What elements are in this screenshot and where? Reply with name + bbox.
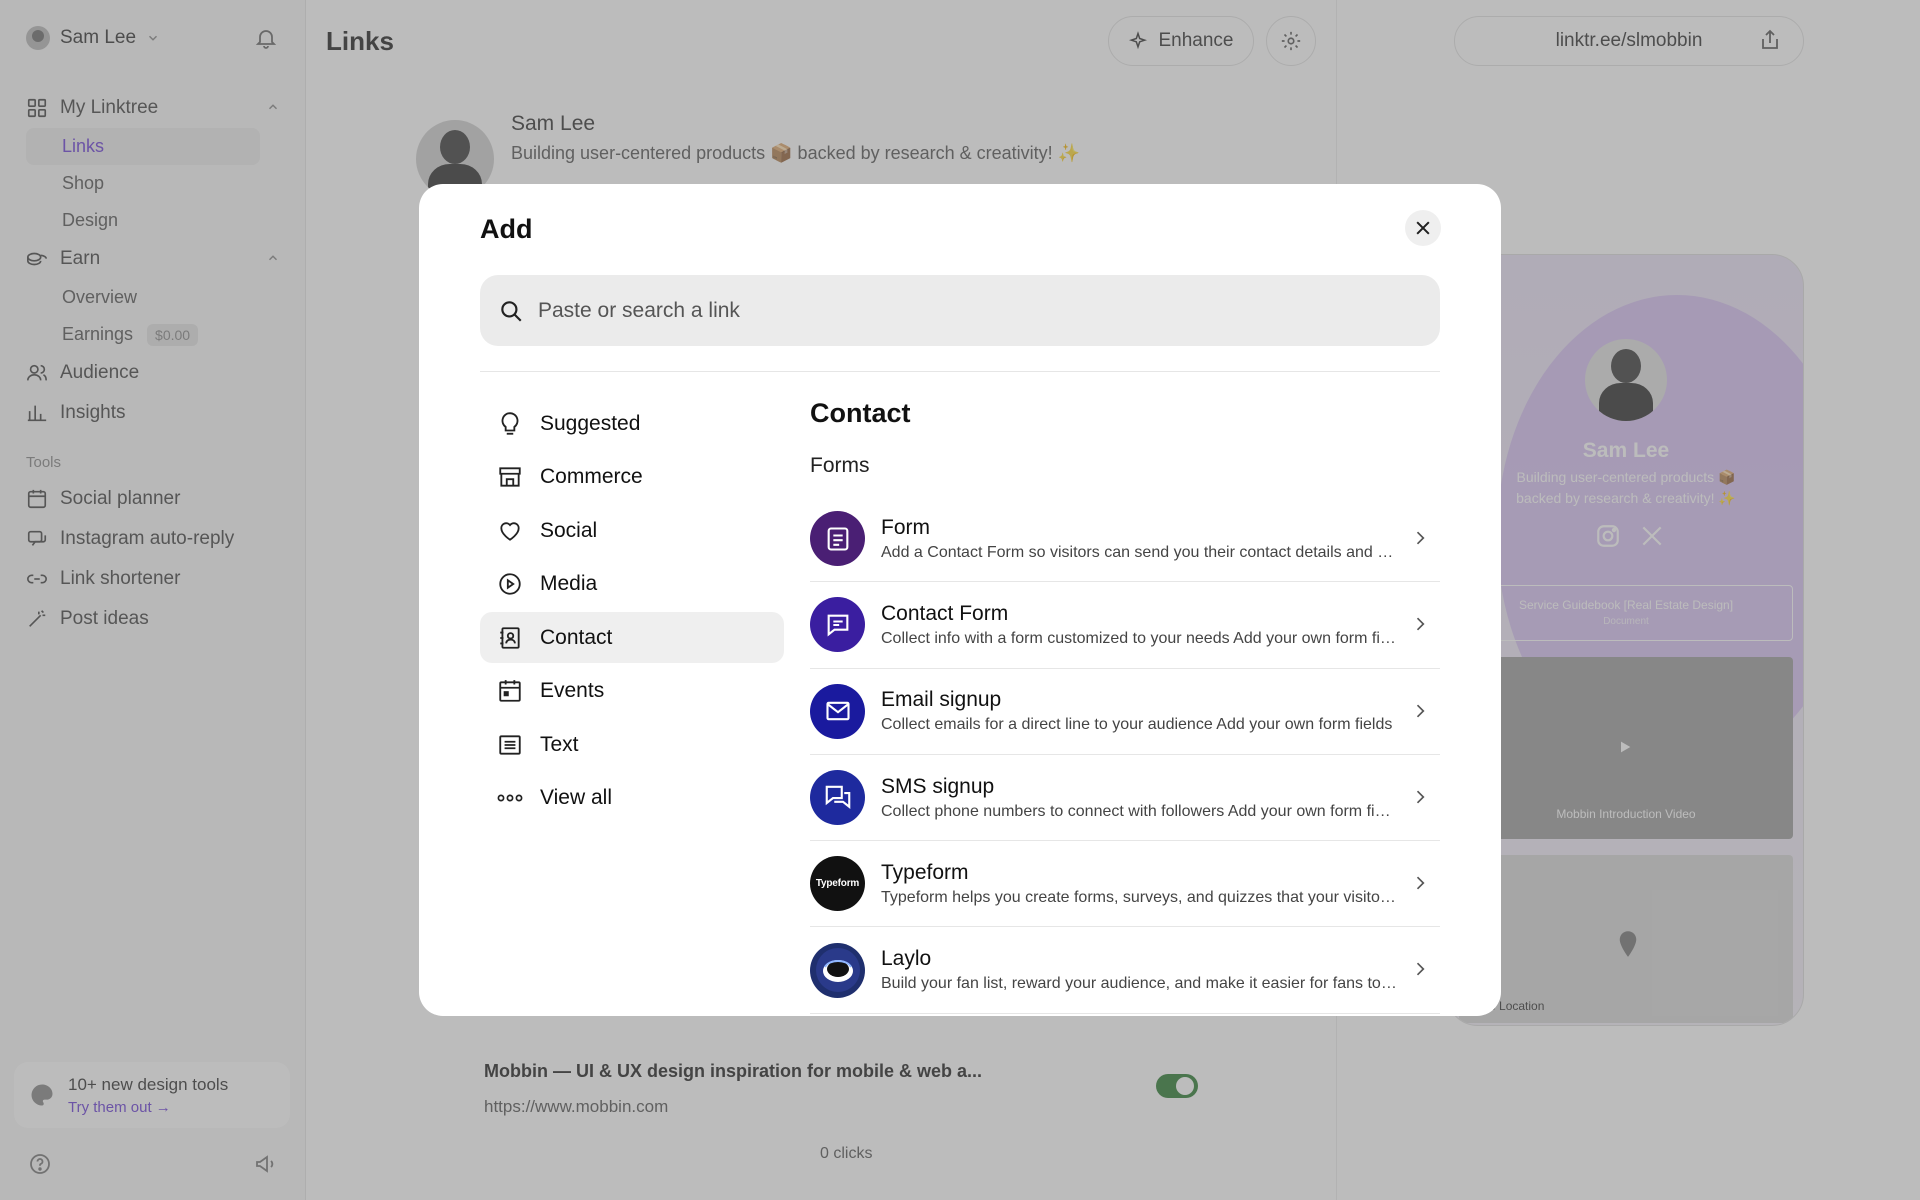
category-label: Commerce [540,465,643,488]
category-label: Media [540,572,598,595]
category-label: Social [540,518,598,542]
integration-item-contact-form[interactable]: Contact Form Collect info with a form cu… [810,582,1440,669]
lightbulb-icon [501,411,519,435]
chevron-right-icon [1416,704,1425,718]
category-contact[interactable]: Contact [480,612,784,663]
heart-icon [500,521,520,541]
integration-item-sms-signup[interactable]: SMS signup Collect phone numbers to conn… [810,755,1440,842]
search-bar[interactable] [480,275,1440,346]
text-lines-icon [499,734,521,755]
section-title: Contact [810,398,911,428]
chevron-right-icon [1416,531,1425,545]
chevron-right-icon [1416,790,1425,804]
sms-signup-logo [810,770,865,826]
integration-title: Laylo [881,947,932,971]
more-dots-icon [497,794,523,802]
chevron-right-icon [1416,876,1425,890]
add-modal: Add Suggested Commerce Social Media Cont… [419,184,1501,1016]
integration-title: SMS signup [881,774,995,798]
contact-form-logo [810,597,865,653]
typeform-logo: Typeform [810,856,865,912]
chevron-right-icon [1416,617,1425,631]
category-text[interactable]: Text [480,719,784,770]
category-events[interactable]: Events [480,666,784,717]
integration-description: Typeform helps you create forms, surveys… [881,888,1397,906]
integration-title: Form [881,515,930,539]
integration-description: Add a Contact Form so visitors can send … [881,543,1397,561]
category-list: Suggested Commerce Social Media Contact … [480,398,784,826]
laylo-logo [810,942,865,998]
integration-title: Email signup [881,688,1002,712]
category-suggested[interactable]: Suggested [480,398,784,449]
chevron-right-icon [1416,963,1425,976]
integration-item-form[interactable]: Form Add a Contact Form so visitors can … [810,496,1440,583]
category-label: Contact [540,625,613,649]
category-label: Text [540,732,579,756]
integration-item-email-signup[interactable]: Email signup Collect emails for a direct… [810,669,1440,755]
category-label: View all [540,786,612,809]
calendar-icon [499,680,521,702]
form-icon [827,527,848,551]
play-circle-icon [499,573,521,595]
contact-book-icon [500,626,520,649]
mail-icon [825,702,850,721]
category-label: Events [540,679,605,702]
integration-item-laylo[interactable]: Laylo Build your fan list, reward your a… [810,927,1440,1014]
modal-title: Add [480,214,533,244]
close-icon [1416,221,1430,235]
integration-description: Collect info with a form customized to y… [881,629,1397,647]
category-media[interactable]: Media [480,559,784,610]
search-icon [501,300,522,322]
category-label: Suggested [540,411,641,435]
email-signup-logo [810,683,865,739]
integration-item-typeform[interactable]: Typeform Typeform Typeform helps you cre… [810,841,1440,928]
chat-bubbles-icon [825,785,850,809]
integration-description: Collect emails for a direct line to your… [881,716,1393,734]
integration-description: Build your fan list, reward your audienc… [881,975,1397,993]
subsection-title: Forms [810,454,870,477]
close-button[interactable] [1405,210,1441,246]
integration-list: Form Add a Contact Form so visitors can … [810,496,1440,1014]
typeform-logo-text: Typeform [815,878,860,890]
category-commerce[interactable]: Commerce [480,452,784,503]
message-icon [827,614,848,637]
integration-title: Contact Form [881,601,1009,625]
category-view-all[interactable]: View all [480,773,784,824]
form-logo [810,511,865,567]
search-input[interactable] [538,298,1418,323]
integration-title: Typeform [881,860,969,884]
integration-description: Collect phone numbers to connect with fo… [881,802,1397,820]
category-social[interactable]: Social [480,505,784,556]
laylo-icon [815,948,860,993]
modal-divider [480,371,1440,372]
store-icon [499,467,521,487]
